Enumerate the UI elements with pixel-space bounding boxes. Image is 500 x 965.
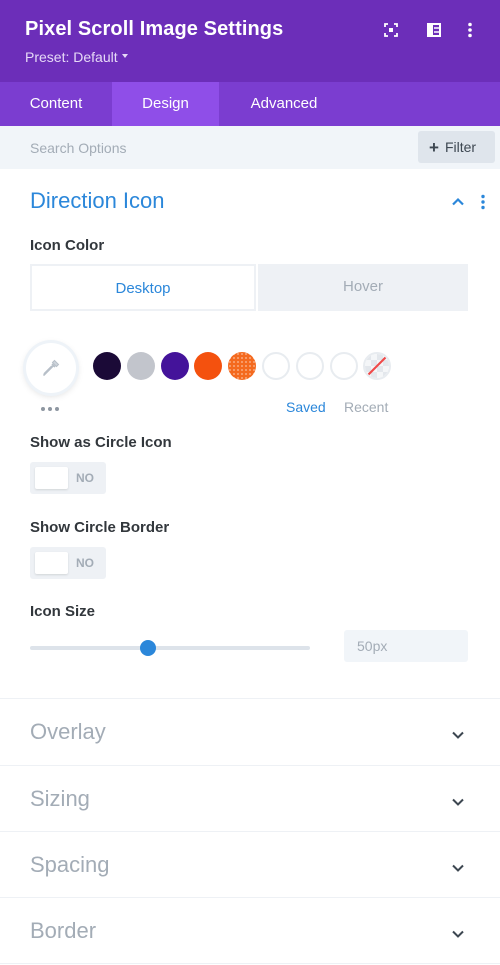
preset-label: Preset: Default: [25, 49, 118, 65]
search-input[interactable]: [0, 126, 410, 169]
toggle-state: NO: [76, 556, 94, 570]
show-circle-border-toggle[interactable]: NO: [30, 547, 106, 579]
expand-icon[interactable]: [381, 20, 401, 40]
chevron-down-icon: [450, 860, 466, 881]
more-vertical-icon[interactable]: [460, 20, 480, 40]
tab-advanced[interactable]: Advanced: [219, 82, 349, 126]
color-picker-button[interactable]: [26, 343, 76, 393]
section-spacing-title: Spacing: [30, 852, 110, 877]
plus-icon: +: [429, 138, 439, 157]
show-circle-icon-label: Show as Circle Icon: [30, 434, 172, 451]
toggle-state: NO: [76, 471, 94, 485]
empty-swatch[interactable]: [296, 352, 324, 380]
section-title[interactable]: Direction Icon: [30, 188, 165, 214]
icon-size-slider[interactable]: [30, 640, 310, 656]
section-border[interactable]: Border: [0, 898, 500, 964]
show-circle-icon-toggle[interactable]: NO: [30, 462, 106, 494]
preset-dropdown[interactable]: Preset: Default: [25, 49, 128, 65]
search-bar: + Filter: [0, 126, 500, 169]
section-sizing[interactable]: Sizing: [0, 766, 500, 832]
toggle-knob: [35, 552, 68, 574]
section-menu-icon[interactable]: [477, 194, 489, 215]
color-swatch[interactable]: [194, 352, 222, 380]
toggle-knob: [35, 467, 68, 489]
divider: [0, 963, 500, 964]
filter-button[interactable]: + Filter: [418, 131, 495, 163]
slider-thumb[interactable]: [139, 640, 156, 656]
hover-mode-button[interactable]: Hover: [258, 264, 468, 311]
section-overlay[interactable]: Overlay: [0, 699, 500, 765]
desktop-mode-button[interactable]: Desktop: [30, 264, 256, 311]
icon-size-label: Icon Size: [30, 603, 96, 620]
tab-content[interactable]: Content: [0, 82, 112, 126]
section-sizing-title: Sizing: [30, 786, 90, 811]
color-swatch[interactable]: [161, 352, 189, 380]
tab-design[interactable]: Design: [112, 82, 219, 126]
chevron-down-icon: [450, 794, 466, 815]
chevron-down-icon: [450, 926, 466, 947]
chevron-up-icon[interactable]: [450, 194, 466, 215]
icon-color-label: Icon Color: [30, 237, 105, 254]
show-circle-border-label: Show Circle Border: [30, 519, 170, 536]
icon-size-input[interactable]: [344, 630, 468, 662]
device-mode-toggle: Desktop Hover: [30, 264, 468, 311]
section-border-title: Border: [30, 918, 97, 943]
section-overlay-title: Overlay: [30, 719, 106, 744]
more-colors-icon[interactable]: [40, 400, 62, 418]
filter-label: Filter: [444, 139, 477, 155]
modal-title: Pixel Scroll Image Settings: [25, 18, 284, 40]
section-spacing[interactable]: Spacing: [0, 832, 500, 898]
caret-down-icon: [121, 54, 128, 59]
settings-tabs: Content Design Advanced: [0, 82, 500, 126]
split-view-icon[interactable]: [424, 20, 444, 40]
color-swatch[interactable]: [127, 352, 155, 380]
color-swatch[interactable]: [93, 352, 121, 380]
color-swatch[interactable]: [228, 352, 256, 380]
saved-colors-tab[interactable]: Saved: [286, 399, 326, 415]
chevron-down-icon: [450, 727, 466, 748]
empty-swatch[interactable]: [262, 352, 290, 380]
empty-swatch[interactable]: [330, 352, 358, 380]
settings-header: Pixel Scroll Image Settings Preset: Defa…: [0, 0, 500, 82]
recent-colors-tab[interactable]: Recent: [344, 399, 388, 415]
no-color-swatch[interactable]: [363, 352, 391, 380]
